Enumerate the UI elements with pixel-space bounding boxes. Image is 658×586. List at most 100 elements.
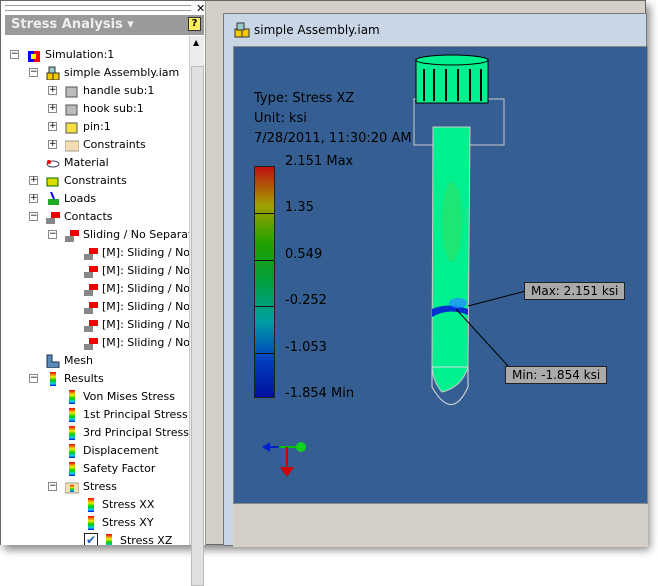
tree-item[interactable]: 1st Principal Stress — [5, 406, 189, 424]
close-icon[interactable]: ✕ — [196, 2, 205, 15]
collapse-icon[interactable]: − — [10, 50, 19, 59]
browser-panel: ✕ Stress Analysis ▾ ? − Simulation:1− simp… — [1, 1, 206, 586]
part-yellow-icon — [65, 122, 78, 134]
panel-header[interactable]: Stress Analysis ▾ ? — [5, 15, 204, 35]
tree-item[interactable]: − Results — [5, 370, 189, 388]
tree-item-label: Stress XY — [102, 516, 154, 529]
tree-item[interactable]: + Constraints — [5, 136, 189, 154]
tree-item-label: Sliding / No Separation — [83, 228, 189, 241]
material-icon — [46, 160, 60, 168]
vertical-scrollbar[interactable]: ▲ — [189, 36, 204, 586]
hook-model — [413, 54, 527, 405]
tree-item[interactable]: ✔ Stress XZ — [5, 532, 189, 545]
expand-icon[interactable]: + — [48, 122, 57, 131]
result-folder-icon — [65, 482, 79, 494]
tree-item[interactable]: − Stress — [5, 478, 189, 496]
collapse-icon[interactable]: − — [29, 374, 38, 383]
tree-item-label: handle sub:1 — [83, 84, 155, 97]
tree-item[interactable]: + pin:1 — [5, 118, 189, 136]
contact-icon — [46, 212, 60, 224]
tree-item-label: Stress XZ — [120, 534, 173, 545]
scroll-thumb[interactable] — [191, 66, 204, 586]
collapse-icon[interactable]: − — [48, 230, 57, 239]
tree-item-label: Simulation:1 — [45, 48, 115, 61]
tree-item[interactable]: + Loads — [5, 190, 189, 208]
tree-item-label: Stress — [83, 480, 117, 493]
tree-item-label: [M]: Sliding / No Separation — [102, 246, 189, 259]
tree-item[interactable]: − Contacts — [5, 208, 189, 226]
chevron-down-icon[interactable]: ▾ — [127, 17, 134, 32]
tree-item-label: 1st Principal Stress — [83, 408, 188, 421]
result-icon — [69, 390, 75, 404]
tree-item[interactable]: + hook sub:1 — [5, 100, 189, 118]
min-callout: Min: -1.854 ksi — [505, 366, 608, 384]
tree-item[interactable]: Mesh — [5, 352, 189, 370]
tree-item[interactable]: [M]: Sliding / No Separation — [5, 244, 189, 262]
panel-grip[interactable] — [5, 5, 191, 11]
tree-item[interactable]: Stress XX — [5, 496, 189, 514]
checkbox[interactable]: ✔ — [84, 533, 98, 545]
contact-icon — [84, 320, 98, 332]
tree-item-label: hook sub:1 — [83, 102, 144, 115]
expand-icon[interactable]: + — [29, 194, 38, 203]
max-callout: Max: 2.151 ksi — [524, 282, 626, 300]
tree-item-label: Safety Factor — [83, 462, 156, 475]
expand-icon[interactable]: + — [48, 86, 57, 95]
tree-item[interactable]: Displacement — [5, 442, 189, 460]
tree-item-label: Contacts — [64, 210, 113, 223]
result-icon — [69, 408, 75, 422]
workspace-background — [233, 504, 648, 547]
tree-item-label: 3rd Principal Stress — [83, 426, 189, 439]
contact-icon — [84, 266, 98, 278]
tree-item[interactable]: − Simulation:1 — [5, 46, 189, 64]
tree-item-label: simple Assembly.iam — [64, 66, 180, 79]
result-icon — [88, 516, 94, 530]
expand-icon[interactable]: + — [29, 176, 38, 185]
app-frame: ✕ Stress Analysis ▾ ? − Simulation:1− simp… — [0, 0, 648, 586]
result-icon — [106, 534, 112, 545]
assembly-icon — [234, 22, 250, 38]
expand-icon[interactable]: + — [48, 104, 57, 113]
contact-icon — [84, 302, 98, 314]
collapse-icon[interactable]: − — [48, 482, 57, 491]
tree-item[interactable]: Safety Factor — [5, 460, 189, 478]
contact-icon — [84, 284, 98, 296]
contact-icon — [65, 230, 79, 242]
tree-item[interactable]: Von Mises Stress — [5, 388, 189, 406]
part-gray-icon — [65, 104, 78, 116]
tree-item-label: Displacement — [83, 444, 159, 457]
tree-item[interactable]: [M]: Sliding / No Separation — [5, 280, 189, 298]
scroll-up-icon[interactable]: ▲ — [193, 38, 199, 47]
tree-item[interactable]: [M]: Sliding / No Separation — [5, 316, 189, 334]
result-icon — [50, 372, 56, 386]
tree-item[interactable]: 3rd Principal Stress — [5, 424, 189, 442]
tree-item[interactable]: − Sliding / No Separation — [5, 226, 189, 244]
tree-item[interactable]: Stress XY — [5, 514, 189, 532]
loads-icon — [48, 192, 59, 205]
tree-item[interactable]: [M]: Sliding / No Separation — [5, 262, 189, 280]
tree-item-label: [M]: Sliding / No Separation — [102, 282, 189, 295]
tree-item[interactable]: [M]: Sliding / No Separation — [5, 298, 189, 316]
panel-title: Stress Analysis — [11, 17, 123, 32]
tree-item-label: Von Mises Stress — [83, 390, 175, 403]
tree-item-label: pin:1 — [83, 120, 111, 133]
tree-item[interactable]: Material — [5, 154, 189, 172]
tree-item[interactable]: − simple Assembly.iam — [5, 64, 189, 82]
folder-icon — [65, 140, 79, 152]
tree-item[interactable]: + handle sub:1 — [5, 82, 189, 100]
tree-item[interactable]: + Constraints — [5, 172, 189, 190]
tree-item[interactable]: [M]: Sliding / No Separation — [5, 334, 189, 352]
tree-item-label: [M]: Sliding / No Separation — [102, 318, 189, 331]
collapse-icon[interactable]: − — [29, 212, 38, 221]
expand-icon[interactable]: + — [48, 140, 57, 149]
tree-item-label: Material — [64, 156, 109, 169]
tree-item-label: Loads — [64, 192, 97, 205]
view-triad — [262, 442, 306, 477]
assembly-icon — [46, 66, 60, 80]
collapse-icon[interactable]: − — [29, 68, 38, 77]
result-icon — [88, 498, 94, 512]
tree-item-label: [M]: Sliding / No Separation — [102, 264, 189, 277]
help-icon[interactable]: ? — [188, 17, 201, 31]
graphics-viewport[interactable]: Type: Stress XZ Unit: ksi 7/28/2011, 11:… — [233, 46, 648, 504]
part-gray-icon — [65, 86, 78, 98]
